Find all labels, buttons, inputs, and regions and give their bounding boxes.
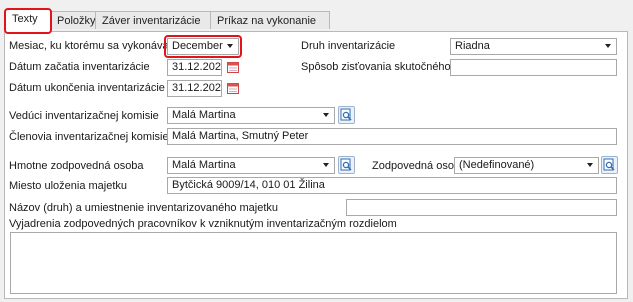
location-input[interactable]: Bytčická 9009/14, 010 01 Žilina [167,177,617,194]
tab-polozky[interactable]: Položky [50,11,96,29]
members-input[interactable]: Malá Martina, Smutný Peter [167,128,617,145]
members-label: Členovia inventarizačnej komisie [9,131,169,143]
responsible-label: Zodpovedná osoba [372,160,467,172]
calendar-icon[interactable] [227,82,239,94]
responsible-lookup-button[interactable] [601,156,618,174]
chevron-down-icon [323,163,329,167]
calendar-icon[interactable] [227,61,239,73]
month-value: December [172,40,223,52]
lookup-icon [603,158,615,171]
tab-label: Položky [57,15,96,27]
location-value: Bytčická 9009/14, 010 01 Žilina [172,179,325,191]
asset-name-input[interactable] [346,199,617,216]
start-date-value: 31.12.2024 [172,61,222,73]
location-label: Miesto uloženia majetku [9,180,128,192]
head-label: Vedúci inventarizačnej komisie [9,110,159,122]
responsible-value: (Nedefinované) [459,159,535,171]
type-value: Riadna [455,40,490,52]
tab-zaver-inventarizacie[interactable]: Záver inventarizácie [95,11,211,29]
material-label: Hmotne zodpovedná osoba [9,160,144,172]
end-date-value: 31.12.2024 [172,82,222,94]
lookup-icon [340,158,352,171]
head-lookup-button[interactable] [338,106,355,124]
chevron-down-icon [323,113,329,117]
month-label: Mesiac, ku ktorému sa vykonáva [9,40,169,52]
lookup-icon [340,108,352,121]
statement-label: Vyjadrenia zodpovedných pracovníkov k vz… [9,218,397,230]
end-date-input[interactable]: 31.12.2024 [167,80,222,97]
head-select[interactable]: Malá Martina [167,107,335,124]
month-select[interactable]: December [167,38,239,55]
end-date-label: Dátum ukončenia inventarizácie [9,82,165,94]
statement-textarea[interactable] [10,232,617,294]
responsible-select[interactable]: (Nedefinované) [454,157,599,174]
tab-prikaz-na-vykonanie[interactable]: Príkaz na vykonanie [210,11,330,29]
start-date-input[interactable]: 31.12.2024 [167,59,222,76]
head-value: Malá Martina [172,109,236,121]
material-value: Malá Martina [172,159,236,171]
members-value: Malá Martina, Smutný Peter [172,130,309,142]
type-label: Druh inventarizácie [301,40,396,52]
tab-label: Záver inventarizácie [102,15,201,27]
tab-label: Príkaz na vykonanie [217,15,317,27]
start-date-label: Dátum začatia inventarizácie [9,61,150,73]
type-select[interactable]: Riadna [450,38,617,55]
material-lookup-button[interactable] [338,156,355,174]
tab-label: Texty [12,13,38,25]
material-select[interactable]: Malá Martina [167,157,335,174]
chevron-down-icon [227,44,233,48]
chevron-down-icon [587,163,593,167]
chevron-down-icon [605,44,611,48]
asset-name-label: Názov (druh) a umiestnenie inventarizova… [9,202,279,214]
tab-texty[interactable]: Texty [5,9,51,32]
method-input[interactable] [450,59,617,76]
